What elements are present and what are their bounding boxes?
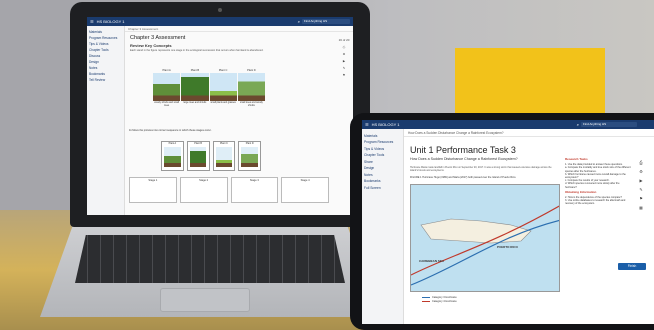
sidebar-item-bookmarks[interactable]: Bookmarks	[89, 72, 122, 76]
print-icon[interactable]: ⎙	[639, 160, 642, 165]
legend-item: Category 4 Hurricane	[422, 300, 457, 304]
island-shape	[420, 218, 532, 244]
plant-image	[181, 73, 209, 101]
tablet-body-text: Hurricane Maria made landfall in Puerto …	[410, 166, 552, 172]
sort-card-label: Plant C	[219, 142, 228, 145]
laptop-toolbar: 16 of 20 ⎙ ⚙ ▶ ✎ ⚑	[337, 38, 351, 77]
plant-image	[209, 73, 237, 101]
grid-icon[interactable]: ▦	[639, 205, 643, 210]
sidebar-item-chapter-tools[interactable]: Chapter Tools	[89, 48, 122, 52]
legend-label: Category 4 Hurricane	[432, 300, 457, 303]
sort-card-image	[164, 147, 181, 167]
legend-label: Category 3 Hurricane	[432, 296, 457, 299]
laptop-keyboard	[75, 235, 345, 283]
task-text: 3. Use online databases to research the …	[565, 199, 626, 206]
tablet-subtitle: How Does a Sudden Disturbance Change a R…	[410, 157, 518, 161]
sidebar-item-design[interactable]: Design	[89, 60, 122, 64]
plant-a: Plant A woody shrubs and small trees	[153, 69, 181, 119]
sort-card-image	[189, 147, 207, 167]
stage-dropzone[interactable]: Stage 3	[230, 177, 279, 203]
laptop-page-title: Chapter 3 Assessment	[130, 35, 186, 41]
menu-icon[interactable]: ☰	[90, 19, 94, 24]
note-icon[interactable]: ✎	[343, 66, 346, 70]
sidebar-item-materials[interactable]: Materials	[89, 30, 122, 34]
laptop-search[interactable]: ⌕ Find Anything HS	[298, 19, 350, 24]
stage-dropzone[interactable]: Stage 1	[129, 177, 177, 203]
laptop-app-name: HS BIOLOGY 1	[96, 19, 125, 24]
laptop-camera	[218, 8, 222, 12]
play-icon[interactable]: ▶	[639, 178, 642, 183]
sidebar-item-discuss[interactable]: Discuss	[89, 54, 122, 58]
obtaining-heading: Obtaining Information	[565, 189, 597, 194]
map-label-sea: CARIBBEAN SEA	[419, 259, 445, 263]
stage-dropzone[interactable]: Stage 4	[281, 177, 329, 203]
plant-c: Plant C small plants and grasses	[209, 69, 237, 119]
stage-dropzone[interactable]: Stage 2	[179, 177, 228, 203]
plant-image	[153, 73, 181, 101]
research-tasks-panel: Research Tasks 1. Use the data provided …	[565, 156, 631, 316]
sort-card-label: Plant B	[194, 142, 202, 145]
sidebar-item-tips[interactable]: Tips & Videos	[89, 42, 122, 46]
sort-card-image	[241, 147, 258, 167]
laptop-section-title: Review Key Concepts	[130, 43, 172, 48]
task-text: d. Which species recovered more slowly a…	[565, 182, 620, 189]
map-label-island: PUERTO RICO	[497, 245, 518, 249]
note-icon[interactable]: ✎	[639, 187, 642, 192]
plant-caption: large trees and shrubs	[183, 102, 207, 104]
stage-dropzones: Stage 1 Stage 2 Stage 3 Stage 4	[129, 177, 329, 203]
laptop-instruction: Each stand in the figure represents one …	[130, 49, 264, 52]
laptop-question: 11 Move the pictures into correct sequen…	[129, 129, 212, 132]
laptop-screen: ☰ HS BIOLOGY 1 ⌕ Find Anything HS Materi…	[87, 17, 353, 215]
sort-card-label: Plant A	[168, 142, 177, 145]
sort-card[interactable]: Plant D	[238, 141, 261, 171]
sidebar-item-review[interactable]: Tell Review	[89, 78, 122, 82]
flag-icon[interactable]: ⚑	[343, 73, 346, 77]
sort-card[interactable]: Plant A	[161, 141, 184, 171]
search-icon[interactable]: ⌕	[298, 19, 300, 24]
legend-swatch	[422, 296, 430, 298]
plant-b: Plant B large trees and shrubs	[181, 69, 209, 119]
tablet-toolbar: ⎙ ⚙ ▶ ✎ ⚑ ▦	[634, 160, 648, 210]
plants-figure: Plant A woody shrubs and small trees Pla…	[153, 69, 265, 119]
settings-icon[interactable]: ⚙	[639, 169, 643, 174]
laptop-top-bar: ☰ HS BIOLOGY 1 ⌕ Find Anything HS	[87, 17, 353, 26]
research-heading: Research Tasks	[565, 157, 588, 161]
tablet-page-title: Unit 1 Performance Task 3	[410, 145, 516, 155]
map-graphic	[411, 205, 559, 286]
laptop-search-input[interactable]: Find Anything HS	[302, 19, 350, 24]
sidebar-item-resources[interactable]: Program Resources	[89, 36, 122, 40]
print-icon[interactable]: ⎙	[343, 45, 345, 49]
laptop-sidebar: Materials Program Resources Tips & Video…	[87, 26, 125, 215]
plant-caption: woody shrubs and small trees	[154, 102, 179, 107]
figure-caption: FIGURE 1 Hurricane Hugo (1989) and Maria…	[410, 176, 517, 179]
legend-swatch	[422, 300, 430, 302]
sidebar-item-notes[interactable]: Notes	[89, 66, 122, 70]
sort-card[interactable]: Plant B	[186, 141, 210, 171]
plant-image	[237, 73, 265, 101]
map-legend: Category 3 Hurricane Category 4 Hurrican…	[422, 296, 457, 304]
plant-caption: small plants and grasses	[210, 102, 236, 104]
flag-icon[interactable]: ⚑	[639, 196, 643, 201]
play-icon[interactable]: ▶	[343, 59, 345, 63]
finish-button[interactable]: Finish	[618, 263, 646, 270]
page-counter: 16 of 20	[338, 38, 350, 42]
hurricane-map: CARIBBEAN SEA PUERTO RICO	[410, 184, 560, 292]
plant-caption: small trees and woody shrubs	[239, 102, 263, 107]
sort-card-label: Plant D	[245, 142, 254, 145]
tablet-content: Unit 1 Performance Task 3 How Does a Sud…	[362, 120, 654, 324]
settings-icon[interactable]: ⚙	[343, 52, 346, 56]
laptop-trackpad	[160, 288, 250, 312]
plant-d: Plant D small trees and woody shrubs	[237, 69, 265, 119]
sort-cards: Plant A Plant B Plant C Plant D	[161, 135, 261, 171]
sort-card[interactable]: Plant C	[212, 141, 236, 171]
sort-card-image	[215, 147, 233, 167]
